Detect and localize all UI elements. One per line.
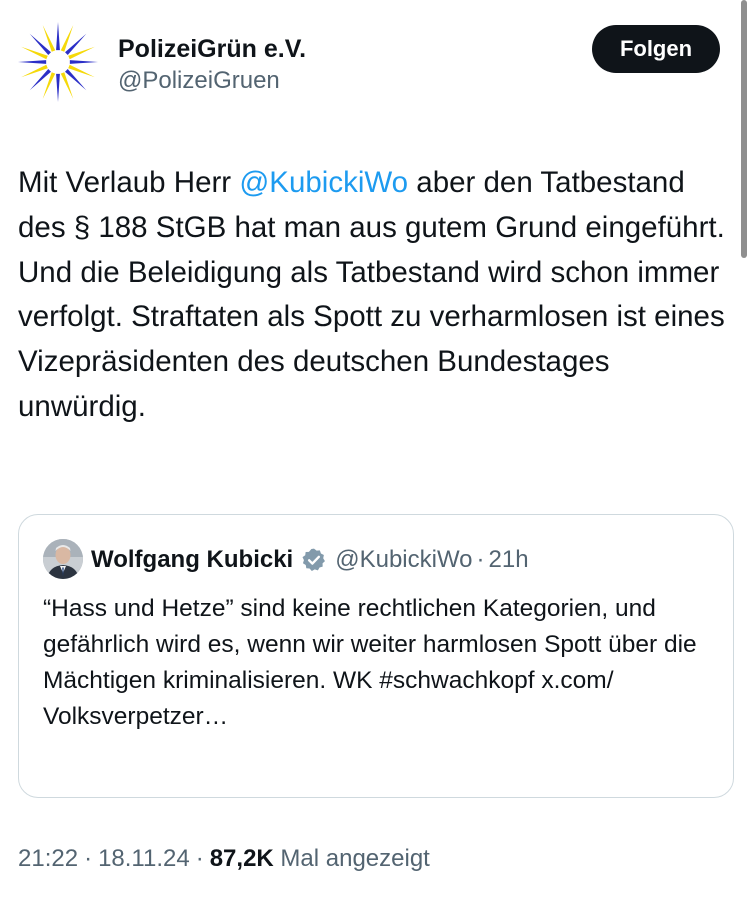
sun-burst-logo-icon (18, 22, 98, 102)
author-avatar[interactable] (16, 20, 100, 104)
separator-dot: · (84, 845, 93, 872)
author-info[interactable]: PolizeiGrün e.V. @PolizeiGruen (118, 34, 306, 96)
separator-dot: · (476, 546, 485, 573)
author-display-name[interactable]: PolizeiGrün e.V. (118, 34, 306, 64)
quoted-tweet-time[interactable]: 21h (489, 543, 529, 577)
tweet-text: Mit Verlaub Herr @KubickiWo aber den Tat… (18, 161, 730, 430)
tweet-meta: 21:22 · 18.11.24 · 87,2K Mal angezeigt (18, 842, 430, 876)
views-label: Mal angezeigt (280, 845, 430, 872)
quoted-tweet-card[interactable]: Wolfgang Kubicki @KubickiWo · 21h “Hass … (18, 514, 734, 798)
logo-ray (56, 73, 60, 102)
verified-badge-icon (301, 547, 327, 573)
quoted-author-name[interactable]: Wolfgang Kubicki (91, 543, 293, 577)
logo-ray (69, 60, 98, 64)
tweet-text-end: aber den Tatbestand des § 188 StGB hat m… (18, 166, 725, 423)
quoted-tweet-text: “Hass und Hetze” sind keine rechtlichen … (43, 595, 697, 730)
scrollbar[interactable] (741, 0, 747, 258)
tweet-time[interactable]: 21:22 (18, 845, 78, 872)
person-portrait-icon (43, 539, 83, 579)
logo-ray (18, 60, 47, 64)
tweet-date[interactable]: 18.11.24 (98, 845, 190, 872)
quoted-author-avatar[interactable] (43, 539, 83, 579)
quoted-tweet-header: Wolfgang Kubicki @KubickiWo · 21h (91, 543, 529, 577)
views-count[interactable]: 87,2K (210, 845, 274, 872)
mention-link[interactable]: @KubickiWo (239, 166, 408, 199)
logo-ray (56, 22, 60, 51)
tweet-text-start: Mit Verlaub Herr (18, 166, 240, 199)
quoted-author-handle[interactable]: @KubickiWo (335, 543, 472, 577)
separator-dot: · (195, 845, 204, 872)
follow-button[interactable]: Folgen (592, 25, 720, 73)
author-handle[interactable]: @PolizeiGruen (118, 66, 306, 96)
